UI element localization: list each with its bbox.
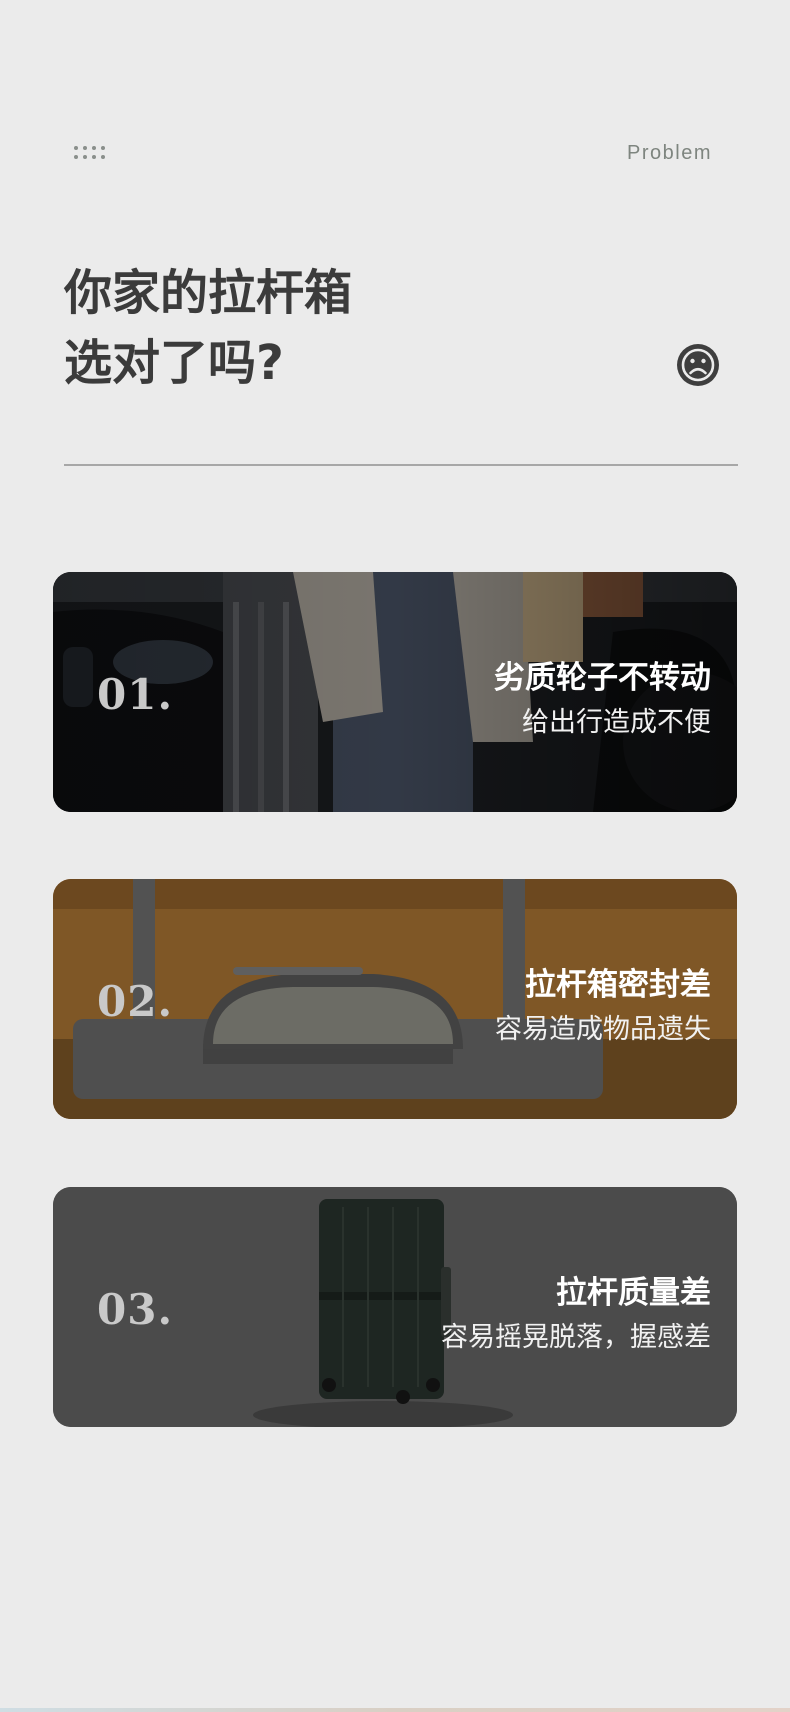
card-number: 03.: [97, 1285, 174, 1334]
bottom-strip: [0, 1708, 790, 1712]
page-title: 你家的拉杆箱 选对了吗?: [64, 258, 352, 398]
card-subtitle: 容易造成物品遗失: [495, 1014, 711, 1045]
card-subtitle: 给出行造成不便: [522, 707, 711, 738]
divider: [64, 464, 738, 466]
problem-card-seal[interactable]: 02. 拉杆箱密封差 容易造成物品遗失: [53, 879, 737, 1119]
card-number: 01.: [97, 670, 174, 719]
sad-face-icon: [677, 344, 719, 386]
problem-card-handle[interactable]: 03. 拉杆质量差 容易摇晃脱落，握感差: [53, 1187, 737, 1427]
problem-card-wheels[interactable]: 01. 劣质轮子不转动 给出行造成不便: [53, 572, 737, 812]
dots-grid-icon[interactable]: [74, 146, 110, 162]
title-line-1: 你家的拉杆箱: [64, 265, 353, 321]
card-title: 拉杆箱密封差: [525, 967, 711, 1003]
card-title: 拉杆质量差: [556, 1275, 711, 1311]
card-number: 02.: [97, 977, 174, 1026]
card-title: 劣质轮子不转动: [494, 660, 711, 696]
title-line-2: 选对了吗?: [64, 335, 284, 391]
section-label: Problem: [627, 142, 712, 164]
card-subtitle: 容易摇晃脱落，握感差: [441, 1322, 711, 1353]
